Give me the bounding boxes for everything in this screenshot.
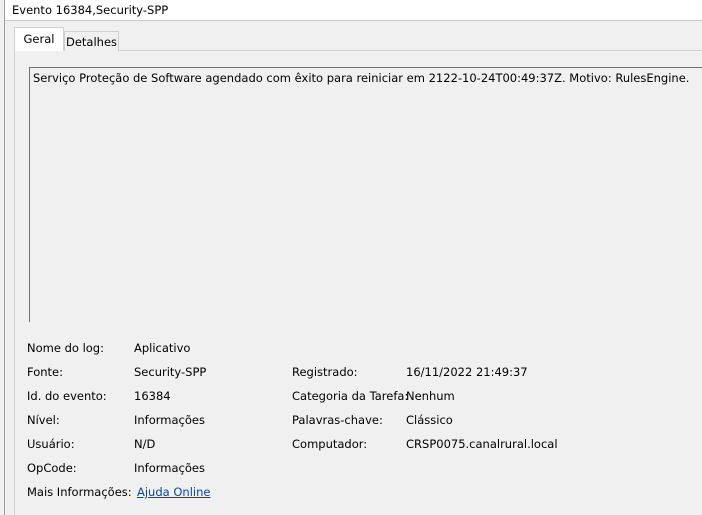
event-message-box[interactable]: Serviço Proteção de Software agendado co… <box>29 67 702 322</box>
log-name-value: Aplicativo <box>134 341 191 355</box>
event-id-label: Id. do evento: <box>27 389 107 403</box>
log-name-label: Nome do log: <box>27 341 104 355</box>
logged-value: 16/11/2022 21:49:37 <box>406 365 528 379</box>
computer-value: CRSP0075.canalrural.local <box>406 437 558 451</box>
keywords-label: Palavras-chave: <box>292 413 383 427</box>
user-value: N/D <box>134 437 156 451</box>
source-label: Fonte: <box>27 365 63 379</box>
event-id-value: 16384 <box>134 389 171 403</box>
tab-details[interactable]: Detalhes <box>64 31 119 51</box>
event-title-bar: Evento 16384,Security-SPP <box>5 0 702 21</box>
user-label: Usuário: <box>27 437 75 451</box>
more-info-label: Mais Informações: <box>27 485 132 499</box>
opcode-value: Informações <box>134 461 205 475</box>
online-help-link[interactable]: Ajuda Online <box>137 485 210 499</box>
computer-label: Computador: <box>292 437 368 451</box>
logged-label: Registrado: <box>292 365 358 379</box>
window-left-border <box>4 0 5 515</box>
event-title: Evento 16384,Security-SPP <box>12 3 169 17</box>
opcode-label: OpCode: <box>27 461 77 475</box>
level-value: Informações <box>134 413 205 427</box>
event-message-text: Serviço Proteção de Software agendado co… <box>33 71 690 85</box>
source-value: Security-SPP <box>134 365 207 379</box>
tab-general[interactable]: Geral <box>14 27 64 51</box>
task-category-value: Nenhum <box>406 389 455 403</box>
level-label: Nível: <box>27 413 60 427</box>
keywords-value: Clássico <box>406 413 453 427</box>
task-category-label: Categoria da Tarefa: <box>292 389 409 403</box>
